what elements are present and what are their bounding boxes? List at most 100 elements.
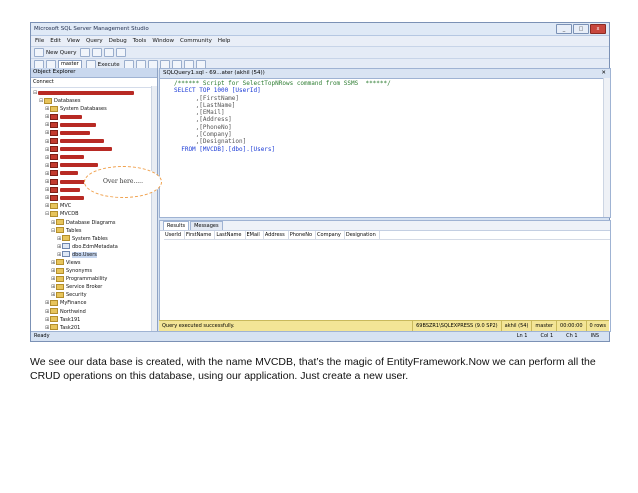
- execute-button[interactable]: Execute: [98, 62, 120, 68]
- database-icon: [50, 113, 58, 120]
- object-explorer-scrollbar[interactable]: [151, 86, 157, 331]
- save-all-icon[interactable]: [104, 48, 115, 57]
- menu-edit[interactable]: Edit: [50, 38, 61, 44]
- app-status-bar: Ready Ln 1 Col 1 Ch 1 INS: [31, 331, 609, 341]
- menu-community[interactable]: Community: [180, 38, 212, 44]
- database-icon: [50, 299, 58, 306]
- database-icon: [50, 210, 58, 217]
- menu-file[interactable]: File: [35, 38, 44, 44]
- results-tabs: Results Messages: [160, 221, 610, 231]
- tree-security[interactable]: ⊞ Security: [31, 291, 157, 299]
- tree-programmability[interactable]: ⊞ Programmability: [31, 275, 157, 283]
- tree-synonyms[interactable]: ⊞ Synonyms: [31, 267, 157, 275]
- database-icon: [50, 146, 58, 153]
- tree-system-tables[interactable]: ⊞ System Tables: [31, 235, 157, 243]
- maximize-button[interactable]: □: [573, 24, 589, 34]
- code-line: ,[Designation]: [174, 138, 247, 146]
- save-icon[interactable]: [92, 48, 103, 57]
- code-line: ,[EMail]: [174, 109, 225, 117]
- menu-window[interactable]: Window: [152, 38, 174, 44]
- tree-redacted-db[interactable]: ⊞: [31, 129, 157, 137]
- tab-messages[interactable]: Messages: [190, 221, 223, 230]
- menu-help[interactable]: Help: [218, 38, 231, 44]
- column-header[interactable]: Address: [264, 231, 289, 239]
- query-tab[interactable]: SQLQuery1.sql - 69...ater (akhil (54)) ✕: [160, 69, 610, 79]
- folder-icon: [62, 235, 70, 242]
- tree-views[interactable]: ⊞ Views: [31, 259, 157, 267]
- insert-mode: INS: [590, 333, 599, 339]
- tree-tables[interactable]: ⊟ Tables: [31, 227, 157, 235]
- column-header[interactable]: FirstName: [185, 231, 216, 239]
- minimize-button[interactable]: _: [556, 24, 572, 34]
- tree-northwind[interactable]: ⊞ Northwind: [31, 308, 157, 316]
- database-icon: [50, 162, 58, 169]
- tree-databases[interactable]: ⊟ Databases: [31, 97, 157, 105]
- menu-debug[interactable]: Debug: [109, 38, 127, 44]
- toolbar-standard: New Query: [31, 46, 609, 58]
- tree-redacted-db[interactable]: ⊞: [31, 154, 157, 162]
- tree-mvc[interactable]: ⊞ MVC: [31, 202, 157, 210]
- object-explorer-toolbar: Connect: [31, 78, 157, 88]
- status-elapsed: 00:00:00: [556, 321, 585, 331]
- editor-scrollbar[interactable]: [603, 78, 610, 217]
- database-icon: [50, 202, 58, 209]
- results-grid-header: UserId FirstName LastName EMail Address …: [164, 231, 610, 240]
- status-rows: 0 rows: [585, 321, 609, 331]
- folder-icon: [56, 275, 64, 282]
- tree-redacted-db[interactable]: ⊞: [31, 138, 157, 146]
- code-line: ,[PhoneNo]: [174, 123, 232, 131]
- column-header[interactable]: EMail: [246, 231, 264, 239]
- tree-database-diagrams[interactable]: ⊞ Database Diagrams: [31, 219, 157, 227]
- column-header[interactable]: PhoneNo: [289, 231, 317, 239]
- code-line: ,[LastName]: [174, 101, 236, 109]
- folder-icon: [56, 283, 64, 290]
- database-icon: [50, 178, 58, 185]
- tree-system-databases[interactable]: ⊞ System Databases: [31, 105, 157, 113]
- close-tab-icon[interactable]: ✕: [601, 69, 606, 78]
- tree-service-broker[interactable]: ⊞ Service Broker: [31, 283, 157, 291]
- object-explorer: Object Explorer Connect ⊟ ⊟ Databases ⊞ Sy…: [31, 68, 158, 331]
- menu-view[interactable]: View: [67, 38, 80, 44]
- column-header[interactable]: Designation: [345, 231, 380, 239]
- code-line: FROM [MVCDB].[dbo].[Users]: [174, 145, 276, 153]
- menu-query[interactable]: Query: [86, 38, 103, 44]
- database-icon: [50, 129, 58, 136]
- redacted-server-name: [38, 90, 134, 95]
- ready-text: Ready: [34, 333, 50, 339]
- tree-myfinance[interactable]: ⊞ MyFinance: [31, 299, 157, 307]
- code-line: ,[FirstName]: [174, 94, 240, 102]
- open-file-icon[interactable]: [80, 48, 91, 57]
- folder-icon: [56, 219, 64, 225]
- tree-server-node[interactable]: ⊟: [31, 89, 157, 97]
- tree-edm-metadata[interactable]: ⊞ dbo.EdmMetadata: [31, 243, 157, 251]
- folder-icon: [56, 259, 64, 266]
- window-title: Microsoft SQL Server Management Studio: [34, 26, 149, 32]
- activity-monitor-icon[interactable]: [116, 48, 127, 57]
- results-pane: Results Messages UserId FirstName LastNa…: [159, 220, 611, 332]
- tree-redacted-db[interactable]: ⊞: [31, 121, 157, 129]
- object-explorer-title: Object Explorer: [31, 68, 157, 78]
- caption-text: We see our data base is created, with th…: [30, 356, 596, 382]
- new-query-icon[interactable]: [34, 48, 44, 57]
- tree-redacted-db[interactable]: ⊞: [31, 113, 157, 121]
- line-number: Ln 1: [516, 333, 528, 339]
- object-explorer-tree: ⊟ ⊟ Databases ⊞ System Databases ⊞ ⊞ ⊞ ⊞ ⊞…: [31, 88, 157, 332]
- column-header[interactable]: Company: [316, 231, 345, 239]
- close-button[interactable]: x: [590, 24, 606, 34]
- database-icon: [50, 138, 58, 145]
- sql-code[interactable]: /****** Script for SelectTopNRows comman…: [160, 79, 610, 153]
- tree-mvcdb[interactable]: ⊟ MVCDB: [31, 210, 157, 218]
- tree-users-table[interactable]: ⊞ dbo.Users: [31, 251, 157, 259]
- tab-results[interactable]: Results: [163, 221, 190, 230]
- connect-button[interactable]: Connect: [33, 79, 54, 85]
- new-query-button[interactable]: New Query: [46, 50, 76, 56]
- tree-redacted-db[interactable]: ⊞: [31, 146, 157, 154]
- database-icon: [50, 154, 58, 161]
- column-number: Col 1: [540, 333, 554, 339]
- database-icon: [50, 121, 58, 128]
- column-header[interactable]: UserId: [164, 231, 186, 239]
- column-header[interactable]: LastName: [215, 231, 246, 239]
- tree-task191[interactable]: ⊞ Task191: [31, 316, 157, 324]
- menu-tools[interactable]: Tools: [133, 38, 147, 44]
- title-bar: Microsoft SQL Server Management Studio _…: [31, 23, 609, 36]
